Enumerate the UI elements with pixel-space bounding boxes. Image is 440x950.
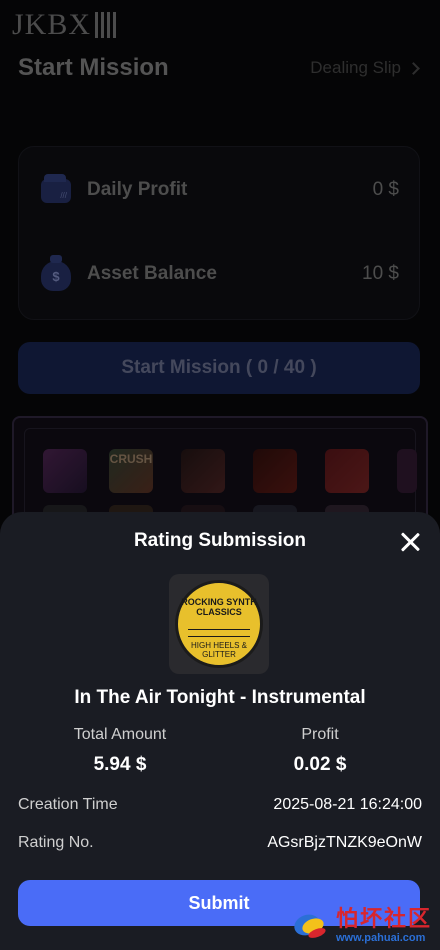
total-amount-label: Total Amount [73,726,167,743]
song-title: In The Air Tonight - Instrumental [74,687,366,708]
watermark-title: 怕坏社区 [335,907,432,932]
sheet-title: Rating Submission [133,530,307,551]
album-cover-band [188,629,250,637]
album-cover: ROCKING SYNTH CLASSICS HIGH HEELS & GLIT… [169,574,269,674]
album-cover-title: ROCKING SYNTH CLASSICS [181,597,257,617]
creation-time-value: 2025-08-21 16:24:00 [273,796,422,813]
profit-label: Profit [301,726,339,743]
rating-submission-sheet: Rating Submission ROCKING SYNTH CLASSICS… [0,512,440,950]
total-amount-block: Total Amount 5.94 $ [20,726,220,776]
rating-no-value: AGsrBjzTNZK9eOnW [267,834,422,851]
creation-time-label: Creation Time [18,796,118,813]
watermark-text: 怕坏社区 www.pahuai.com [335,907,432,945]
watermark-logo-icon [291,909,332,943]
profit-block: Profit 0.02 $ [220,726,420,776]
watermark: 怕坏社区 www.pahuai.com [291,907,432,945]
close-icon[interactable] [400,532,420,552]
rating-no-row: Rating No. AGsrBjzTNZK9eOnW [18,834,422,852]
vinyl-disc-icon: ROCKING SYNTH CLASSICS HIGH HEELS & GLIT… [175,580,263,668]
album-cover-subtitle: HIGH HEELS & GLITTER [190,641,247,659]
rating-no-label: Rating No. [18,834,94,851]
profit-value: 0.02 $ [293,754,347,775]
creation-time-row: Creation Time 2025-08-21 16:24:00 [18,796,422,814]
total-amount-value: 5.94 $ [93,754,147,775]
watermark-url: www.pahuai.com [335,932,426,944]
